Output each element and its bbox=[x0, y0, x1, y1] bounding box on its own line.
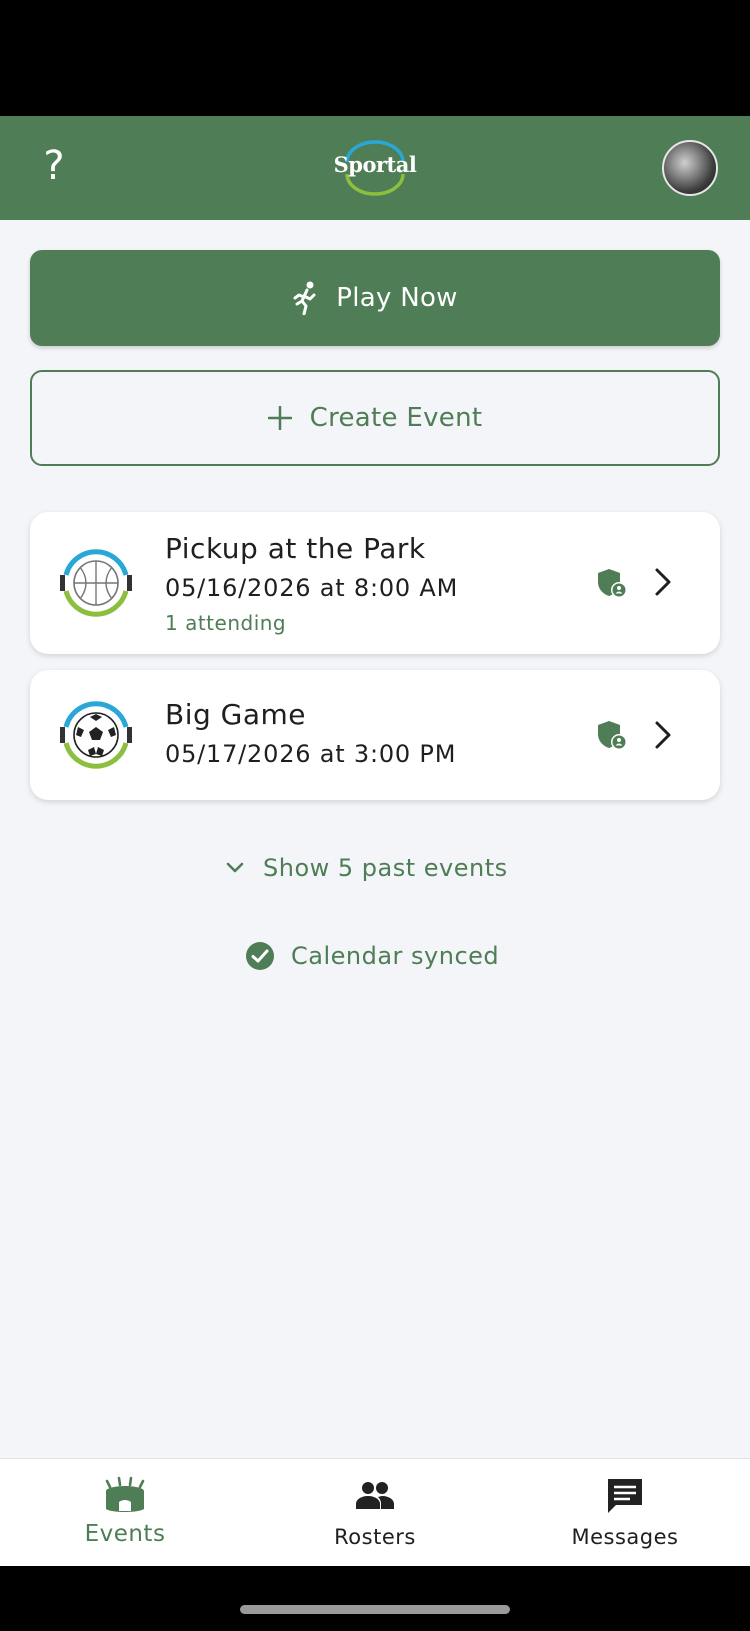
calendar-sync-status: Calendar synced bbox=[245, 936, 499, 976]
people-icon bbox=[356, 1482, 394, 1509]
tab-messages-label: Messages bbox=[571, 1525, 679, 1549]
show-past-events-label: Show 5 past events bbox=[263, 854, 508, 882]
create-event-button[interactable]: Create Event bbox=[30, 370, 720, 466]
logo-text: Sportal bbox=[333, 152, 417, 177]
attending-count: 1 attending bbox=[165, 611, 287, 635]
home-indicator[interactable] bbox=[240, 1605, 510, 1614]
tab-events[interactable]: Events bbox=[0, 1459, 250, 1567]
tab-messages[interactable]: Messages bbox=[500, 1459, 750, 1567]
app-bar: ? Sportal bbox=[0, 116, 750, 220]
event-title: Big Game bbox=[165, 698, 307, 731]
status-bar bbox=[0, 0, 750, 116]
event-datetime: 05/16/2026 at 8:00 AM bbox=[165, 574, 459, 602]
sportal-logo: Sportal bbox=[325, 140, 425, 196]
check-circle-icon bbox=[246, 942, 274, 970]
create-event-label: Create Event bbox=[309, 403, 483, 433]
calendar-sync-label: Calendar synced bbox=[291, 942, 500, 970]
bottom-tab-bar: Events Rosters Messages bbox=[0, 1458, 750, 1566]
chevron-right-icon bbox=[655, 568, 671, 596]
event-card[interactable]: Big Game 05/17/2026 at 3:00 PM bbox=[30, 670, 720, 800]
shield-person-icon bbox=[598, 569, 627, 598]
help-button[interactable]: ? bbox=[34, 134, 74, 198]
tab-events-label: Events bbox=[84, 1521, 166, 1547]
running-person-icon bbox=[293, 281, 316, 315]
plus-icon bbox=[267, 406, 292, 430]
event-title: Pickup at the Park bbox=[165, 532, 426, 565]
play-now-label: Play Now bbox=[336, 283, 458, 313]
basketball-icon bbox=[60, 549, 132, 617]
event-datetime: 05/17/2026 at 3:00 PM bbox=[165, 740, 457, 768]
play-now-button[interactable]: Play Now bbox=[30, 250, 720, 346]
tab-rosters[interactable]: Rosters bbox=[250, 1459, 500, 1567]
chevron-right-icon bbox=[655, 721, 671, 749]
chat-icon bbox=[608, 1479, 642, 1513]
avatar[interactable] bbox=[662, 140, 718, 196]
home-indicator-area bbox=[0, 1566, 750, 1631]
event-card[interactable]: Pickup at the Park 05/16/2026 at 8:00 AM… bbox=[30, 512, 720, 654]
stadium-icon bbox=[105, 1476, 145, 1512]
soccer-ball-icon bbox=[60, 701, 132, 769]
events-screen: Play Now Create Event Pickup at the Park… bbox=[0, 220, 750, 1458]
shield-person-icon bbox=[598, 721, 627, 750]
show-past-events-button[interactable]: Show 5 past events bbox=[225, 848, 508, 888]
chevron-down-icon bbox=[226, 862, 244, 873]
tab-rosters-label: Rosters bbox=[334, 1525, 416, 1549]
